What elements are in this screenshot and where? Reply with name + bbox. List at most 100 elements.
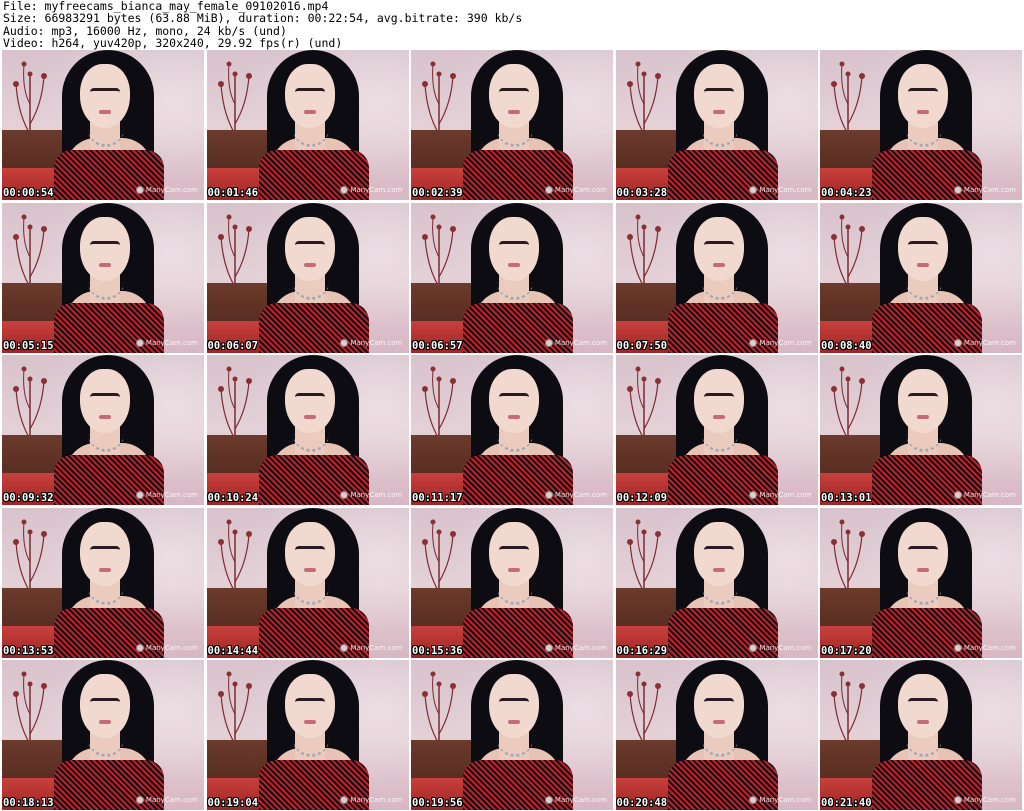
watermark-text: ManyCam.com — [554, 186, 607, 194]
video-frame-thumbnail: ManyCam.com 00:07:50 — [615, 202, 818, 353]
person-face — [80, 64, 130, 128]
video-frame-thumbnail: ManyCam.com 00:19:04 — [206, 660, 409, 810]
manycam-logo-icon — [544, 186, 553, 194]
watermark: ManyCam.com — [544, 796, 607, 804]
person-lips — [303, 720, 316, 724]
frame-timestamp: 00:09:32 — [3, 492, 54, 504]
watermark-text: ManyCam.com — [759, 796, 812, 804]
watermark: ManyCam.com — [544, 491, 607, 499]
watermark: ManyCam.com — [135, 643, 198, 652]
person-face — [693, 521, 744, 586]
manycam-logo-icon — [749, 643, 758, 652]
video-frame-thumbnail: ManyCam.com 00:03:28 — [615, 50, 818, 200]
frame-timestamp: 00:06:57 — [412, 339, 463, 352]
manycam-logo-icon — [544, 491, 553, 499]
watermark-text: ManyCam.com — [145, 338, 198, 347]
manycam-logo-icon — [749, 338, 758, 347]
frame-timestamp: 00:10:24 — [207, 492, 259, 504]
watermark-text: ManyCam.com — [759, 643, 812, 652]
video-frame-thumbnail: ManyCam.com 00:08:40 — [820, 202, 1022, 353]
frame-timestamp: 00:13:53 — [3, 644, 54, 657]
thumbnail-grid: ManyCam.com 00:00:54 ManyCam.com 00:01:46 Ma… — [2, 50, 1022, 810]
watermark-text: ManyCam.com — [963, 186, 1016, 194]
manycam-logo-icon — [544, 338, 553, 347]
video-frame-thumbnail: ManyCam.com 00:16:29 — [615, 507, 818, 658]
watermark: ManyCam.com — [953, 491, 1016, 499]
person-lips — [99, 567, 111, 572]
watermark: ManyCam.com — [340, 491, 403, 499]
person-lips — [508, 262, 520, 267]
person-eyes — [294, 545, 325, 554]
manycam-logo-icon — [953, 338, 962, 347]
manycam-logo-icon — [135, 186, 144, 194]
watermark: ManyCam.com — [749, 643, 812, 652]
frame-timestamp: 00:01:46 — [207, 187, 259, 199]
frame-timestamp: 00:04:23 — [821, 187, 872, 199]
person-lips — [303, 415, 316, 419]
video-frame-thumbnail: ManyCam.com 00:20:48 — [615, 660, 818, 810]
watermark: ManyCam.com — [953, 643, 1016, 652]
video-frame-thumbnail: ManyCam.com 00:18:13 — [2, 660, 204, 810]
manycam-logo-icon — [953, 796, 962, 804]
person-face — [693, 674, 744, 738]
manycam-logo-icon — [953, 186, 962, 194]
watermark-text: ManyCam.com — [759, 491, 812, 499]
watermark-text: ManyCam.com — [145, 491, 198, 499]
video-frame-thumbnail: ManyCam.com 00:17:20 — [820, 507, 1022, 658]
watermark-text: ManyCam.com — [145, 796, 198, 804]
person-eyes — [703, 88, 734, 96]
person-face — [80, 216, 130, 281]
manycam-logo-icon — [953, 491, 962, 499]
watermark: ManyCam.com — [953, 338, 1016, 347]
frame-timestamp: 00:15:36 — [412, 644, 463, 657]
frame-timestamp: 00:13:01 — [821, 492, 872, 504]
frame-timestamp: 00:03:28 — [616, 187, 668, 199]
watermark-text: ManyCam.com — [963, 491, 1016, 499]
manycam-logo-icon — [544, 796, 553, 804]
watermark: ManyCam.com — [135, 796, 198, 804]
watermark: ManyCam.com — [953, 796, 1016, 804]
person-lips — [508, 720, 520, 724]
watermark-text: ManyCam.com — [554, 338, 607, 347]
person-lips — [917, 262, 929, 267]
person-eyes — [90, 393, 120, 401]
person-eyes — [703, 240, 734, 249]
frame-timestamp: 00:14:44 — [207, 644, 259, 657]
watermark-text: ManyCam.com — [350, 338, 403, 347]
person-eyes — [908, 240, 938, 249]
watermark-text: ManyCam.com — [145, 186, 198, 194]
person-lips — [508, 567, 520, 572]
watermark: ManyCam.com — [340, 186, 403, 194]
watermark: ManyCam.com — [544, 643, 607, 652]
manycam-logo-icon — [135, 643, 144, 652]
person-eyes — [90, 545, 120, 554]
person-lips — [712, 567, 725, 572]
video-frame-thumbnail: ManyCam.com 00:15:36 — [411, 507, 613, 658]
frame-timestamp: 00:18:13 — [3, 797, 54, 809]
person-face — [489, 521, 539, 586]
person-face — [489, 369, 539, 433]
video-frame-thumbnail: ManyCam.com 00:11:17 — [411, 355, 613, 505]
watermark: ManyCam.com — [135, 338, 198, 347]
watermark-text: ManyCam.com — [554, 491, 607, 499]
video-frame-thumbnail: ManyCam.com 00:06:57 — [411, 202, 613, 353]
person-face — [284, 216, 335, 281]
watermark: ManyCam.com — [135, 186, 198, 194]
person-lips — [917, 567, 929, 572]
file-info-header: File: myfreecams_bianca_may_female_09102… — [3, 0, 1021, 50]
watermark-text: ManyCam.com — [145, 643, 198, 652]
watermark-text: ManyCam.com — [350, 643, 403, 652]
person-eyes — [90, 240, 120, 249]
person-eyes — [294, 698, 325, 706]
manycam-logo-icon — [749, 491, 758, 499]
person-lips — [712, 720, 725, 724]
frame-timestamp: 00:00:54 — [3, 187, 54, 199]
person-lips — [303, 262, 316, 267]
video-frame-thumbnail: ManyCam.com 00:10:24 — [206, 355, 409, 505]
person-eyes — [499, 88, 529, 96]
watermark: ManyCam.com — [749, 338, 812, 347]
manycam-logo-icon — [953, 643, 962, 652]
watermark: ManyCam.com — [749, 186, 812, 194]
manycam-logo-icon — [135, 491, 144, 499]
watermark-text: ManyCam.com — [350, 796, 403, 804]
